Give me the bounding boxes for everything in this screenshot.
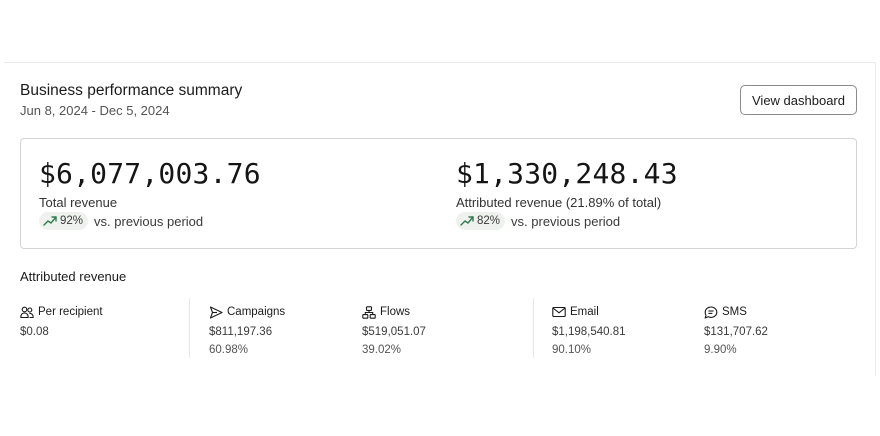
comparison-text: vs. previous period <box>511 213 621 229</box>
stat-value: $1,198,540.81 <box>552 326 626 338</box>
trend-up-icon <box>43 216 57 226</box>
attributed-revenue-amount: $1,330,248.43 <box>456 157 678 190</box>
stat-sms: SMS $131,707.62 9.90% <box>704 304 768 356</box>
flows-icon <box>362 305 376 319</box>
change-badge: 82% <box>456 212 506 230</box>
stat-per-recipient: Per recipient $0.08 <box>20 304 103 338</box>
date-range: Jun 8, 2024 - Dec 5, 2024 <box>20 103 170 118</box>
stat-percent: 90.10% <box>552 344 592 356</box>
page-title: Business performance summary <box>20 82 243 99</box>
comparison-text: vs. previous period <box>94 213 204 229</box>
people-icon <box>20 306 34 318</box>
change-badge: 92% <box>39 212 89 230</box>
email-icon <box>552 306 566 318</box>
stat-label: Flows <box>380 306 411 318</box>
stat-label: Per recipient <box>38 306 103 318</box>
total-revenue-amount: $6,077,003.76 <box>39 157 261 190</box>
stat-value: $519,051.07 <box>362 326 426 338</box>
stat-header: Email <box>552 304 599 320</box>
divider <box>533 298 534 358</box>
stat-value: $811,197.36 <box>209 326 273 338</box>
stat-header: Campaigns <box>209 304 285 320</box>
stat-percent: 9.90% <box>704 344 737 356</box>
send-icon <box>209 305 223 319</box>
stat-percent: 39.02% <box>362 344 402 356</box>
sms-icon <box>704 305 718 319</box>
stat-header: Per recipient <box>20 304 103 320</box>
stat-value: $0.08 <box>20 326 49 338</box>
stat-value: $131,707.62 <box>704 326 768 338</box>
total-revenue-change: 92% vs. previous period <box>39 212 203 230</box>
change-percent: 82% <box>477 215 501 227</box>
attributed-revenue-change: 82% vs. previous period <box>456 212 620 230</box>
stat-campaigns: Campaigns $811,197.36 60.98% <box>209 304 285 356</box>
attributed-revenue-title: Attributed revenue <box>20 269 127 284</box>
stat-percent: 60.98% <box>209 344 249 356</box>
view-dashboard-button[interactable]: View dashboard <box>740 85 857 115</box>
stat-header: Flows <box>362 304 410 320</box>
stat-label: SMS <box>722 306 747 318</box>
change-percent: 92% <box>60 215 84 227</box>
stat-header: SMS <box>704 304 747 320</box>
trend-up-icon <box>460 216 474 226</box>
stat-label: Email <box>570 306 599 318</box>
stat-label: Campaigns <box>227 306 286 318</box>
attributed-revenue-label: Attributed revenue (21.89% of total) <box>456 195 662 210</box>
revenue-summary-box: $6,077,003.76 Total revenue 92% vs. prev… <box>20 138 857 249</box>
total-revenue-label: Total revenue <box>39 195 118 210</box>
stat-flows: Flows $519,051.07 39.02% <box>362 304 426 356</box>
divider <box>189 298 190 358</box>
stat-email: Email $1,198,540.81 90.10% <box>552 304 626 356</box>
